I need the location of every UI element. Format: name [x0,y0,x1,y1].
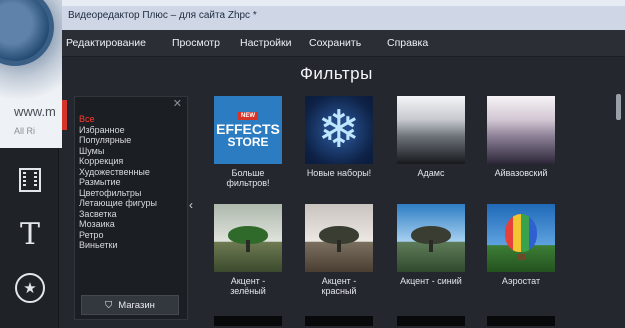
adams-thumbnail [397,96,465,164]
filter-tile[interactable]: Аэростат [487,204,555,286]
menu-save[interactable]: Сохранить [309,37,361,49]
category-item[interactable]: Мозаика [79,219,157,230]
new-badge: NEW [238,111,258,120]
logo-emblem [0,0,54,66]
accent-blue-thumbnail [397,204,465,272]
category-item[interactable]: Летающие фигуры [79,198,157,209]
new-sets-thumbnail: ❄ [305,96,373,164]
filter-tile-label: Адамс [417,168,445,178]
logo-url-text: www.m [14,104,56,119]
window-title-bar: Видеоредактор Плюс – для сайта Zhpc * [62,0,625,31]
filters-scrollbar[interactable] [616,94,621,120]
filter-tile-partial[interactable] [305,316,373,326]
category-item[interactable]: Размытие [79,177,157,188]
film-icon [19,168,41,192]
filter-tile-label: Аэростат [501,276,541,286]
thumb-line1: EFFECTS [216,120,280,137]
category-item[interactable]: Избранное [79,125,157,136]
sticker-icon: ★ [15,273,45,303]
category-search-field[interactable] [79,99,181,111]
category-list: Все Избранное Популярные Шумы Коррекция … [79,114,157,251]
category-item[interactable]: Засветка [79,209,157,220]
filter-tile[interactable]: Айвазовский [487,96,555,178]
text-icon: T [19,216,40,252]
stickers-tool-button[interactable]: ★ [8,266,52,310]
effects-store-thumbnail: NEW EFFECTS STORE [214,96,282,164]
category-item[interactable]: Ретро [79,230,157,241]
snowflake-icon: ❄ [317,101,361,159]
logo-rights-text: All Ri [14,126,36,136]
filter-tile-label: Новые наборы! [306,168,372,178]
category-item[interactable]: Цветофильтры [79,188,157,199]
shop-button-label: Магазин [118,299,155,311]
close-icon[interactable]: ✕ [173,97,182,110]
clips-tool-button[interactable] [8,158,52,202]
active-section-indicator [62,100,67,130]
menu-help[interactable]: Справка [387,37,428,49]
thumb-line2: STORE [227,134,269,149]
menu-edit[interactable]: Редактирование [66,37,146,49]
category-item[interactable]: Виньетки [79,240,157,251]
menu-settings[interactable]: Настройки [240,37,292,49]
filter-tile-partial[interactable] [487,316,555,326]
aivazovsky-thumbnail [487,96,555,164]
balloon-envelope [505,214,537,252]
filter-tile-partial[interactable] [214,316,282,326]
filter-tile-label: Акцент - красный [321,276,357,296]
titles-tool-button[interactable]: T [8,212,52,256]
filter-tile[interactable]: NEW EFFECTS STORE Больше фильтров! [214,96,282,188]
category-item[interactable]: Все [79,114,157,125]
filter-tile[interactable]: Акцент - красный [305,204,373,296]
app-logo: www.m All Ri [0,0,62,148]
balloon-basket [517,254,525,260]
accent-red-thumbnail [305,204,373,272]
title-bar-highlight [62,0,625,6]
filter-tile-partial[interactable] [397,316,465,326]
shop-button[interactable]: ⛉ Магазин [81,295,179,315]
balloon-thumbnail [487,204,555,272]
filter-tile-label: Акцент - зелёный [230,276,266,296]
filter-tile[interactable]: ❄ Новые наборы! [305,96,373,178]
tree-trunk [337,240,341,252]
menu-bar: Редактирование Просмотр Настройки Сохран… [62,30,625,57]
filter-tile[interactable]: Адамс [397,96,465,178]
category-item[interactable]: Популярные [79,135,157,146]
category-item[interactable]: Художественные [79,167,157,178]
shop-icon: ⛉ [105,299,113,311]
filter-tile[interactable]: Акцент - синий [397,204,465,286]
window-title: Видеоредактор Плюс – для сайта Zhpc * [68,10,257,21]
filter-tile[interactable]: Акцент - зелёный [214,204,282,296]
menu-view[interactable]: Просмотр [172,37,220,49]
accent-green-thumbnail [214,204,282,272]
filter-tile-label: Больше фильтров! [226,168,270,188]
left-toolbar: T ★ [0,148,59,328]
collapse-panel-icon[interactable]: ‹ [189,198,193,212]
filter-tile-label: Акцент - синий [400,276,462,286]
category-item[interactable]: Коррекция [79,156,157,167]
category-panel: ✕ Все Избранное Популярные Шумы Коррекци… [74,96,188,320]
filters-title: Фильтры [300,64,373,83]
category-item[interactable]: Шумы [79,146,157,157]
tree-trunk [429,240,433,252]
filter-tile-label: Айвазовский [494,168,548,178]
tree-trunk [246,240,250,252]
